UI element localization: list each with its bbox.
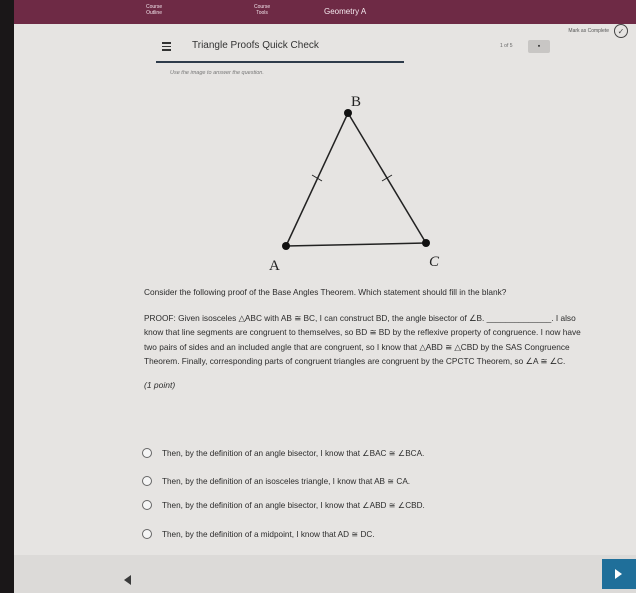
screen: Course Outline Course Tools Geometry A M…	[14, 0, 636, 593]
choice-label: Then, by the definition of an angle bise…	[162, 501, 425, 510]
footer-bar	[14, 555, 636, 593]
radio-icon[interactable]	[142, 476, 152, 486]
proof-text: PROOF: Given isosceles △ABC with AB ≅ BC…	[144, 312, 581, 367]
point-c	[422, 239, 430, 247]
choice-option[interactable]: Then, by the definition of an angle bise…	[142, 497, 425, 513]
points-label: (1 point)	[144, 379, 176, 390]
choice-label: Then, by the definition of an isosceles …	[162, 477, 411, 486]
next-button[interactable]	[602, 559, 636, 589]
point-b	[344, 109, 352, 117]
choice-label: Then, by the definition of a midpoint, I…	[162, 530, 375, 539]
choice-option[interactable]: Then, by the definition of an angle bise…	[142, 445, 424, 461]
left-arrow-icon[interactable]	[124, 575, 131, 585]
point-a	[282, 242, 290, 250]
vertex-label-c: C	[429, 254, 440, 270]
question-content: Consider the following proof of the Base…	[144, 285, 584, 401]
choice-label: Then, by the definition of an angle bise…	[162, 449, 425, 458]
radio-icon[interactable]	[142, 529, 152, 539]
tick-mark-bc	[381, 174, 393, 182]
side-ac	[285, 242, 427, 247]
triangle-figure: B A C	[269, 94, 440, 274]
vertex-label-b: B	[351, 94, 361, 110]
question-prompt: Consider the following proof of the Base…	[144, 287, 507, 297]
right-arrow-icon	[615, 569, 622, 579]
radio-icon[interactable]	[142, 500, 152, 510]
side-ab	[285, 112, 349, 247]
choice-option[interactable]: Then, by the definition of an isosceles …	[142, 473, 410, 489]
choice-option[interactable]: Then, by the definition of a midpoint, I…	[142, 526, 375, 542]
vertex-label-a: A	[269, 258, 280, 274]
radio-icon[interactable]	[142, 448, 152, 458]
